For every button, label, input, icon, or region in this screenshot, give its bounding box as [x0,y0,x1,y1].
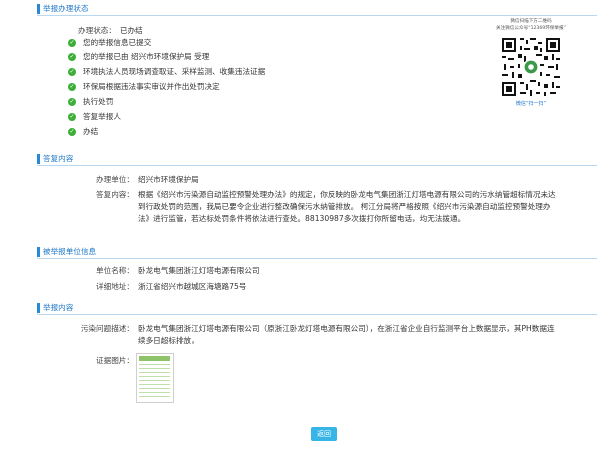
reply-text: 根据《绍兴市污染源自动监控预警处理办法》的规定，你反映的卧龙电气集团浙江灯塔电源… [138,190,556,223]
section-marker [37,154,40,164]
check-icon: ✓ [68,53,76,61]
pollution-desc-label: 污染问题描述： [80,324,134,333]
check-icon: ✓ [68,98,76,106]
qr-footer: 微信“扫一扫” [515,101,547,107]
section-header-reported-unit: 被举报单位信息 [37,246,597,259]
section-marker [37,303,40,313]
section-title: 举报内容 [43,303,74,312]
section-marker [37,4,40,14]
address-value: 浙江省绍兴市越城区海塘路75号 [138,282,247,291]
status-value: 已办结 [120,26,143,35]
section-title: 被举报单位信息 [43,247,97,256]
section-header-report-content: 举报内容 [37,302,597,315]
check-icon: ✓ [68,113,76,121]
pollution-desc-text: 卧龙电气集团浙江灯塔电源有限公司（原浙江卧龙灯塔电源有限公司），在浙江省企业自行… [138,324,555,345]
company-name-value: 卧龙电气集团浙江灯塔电源有限公司 [138,266,260,275]
section-marker [37,247,40,257]
evidence-image-label: 证据图片： [96,356,134,365]
check-icon: ✓ [68,128,76,136]
reply-label: 答复内容： [96,190,134,199]
unit-label: 办理单位： [96,175,134,184]
section-header-reply: 答复内容 [37,153,597,166]
address-label: 详细地址： [96,282,134,291]
unit-value: 绍兴市环境保护局 [138,175,199,184]
check-icon: ✓ [68,39,76,47]
section-title: 举报办理状态 [43,4,89,13]
section-title: 答复内容 [43,154,74,163]
back-button[interactable]: 返回 [311,427,337,441]
qr-caption: 微信扫描下方二维码 [510,19,552,24]
company-name-label: 单位名称： [96,266,134,275]
wechat-qr-panel: 微信扫描下方二维码 关注微信公众号“12369环保举报” 微信“扫一扫” [490,18,572,108]
evidence-image-thumbnail[interactable] [136,353,174,403]
qr-code-icon [500,36,562,98]
check-icon: ✓ [68,83,76,91]
section-header-status: 举报办理状态 [37,3,597,16]
check-icon: ✓ [68,68,76,76]
status-label: 办理状态： [78,26,116,35]
qr-caption: 关注微信公众号“12369环保举报” [496,26,566,31]
